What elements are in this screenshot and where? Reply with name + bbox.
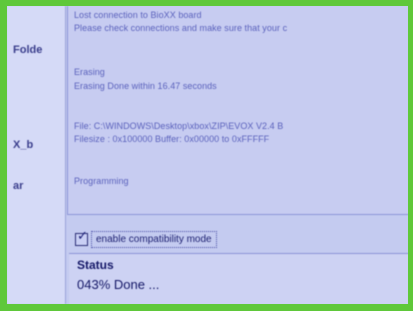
- compat-mode-label[interactable]: enable compatibility mode: [91, 231, 217, 248]
- log-line: Programming: [74, 176, 129, 186]
- compat-mode-checkbox[interactable]: ✓: [75, 229, 88, 246]
- compat-mode-option[interactable]: ✓ enable compatibility mode: [71, 229, 271, 249]
- status-progress-text: 043% Done ...: [77, 277, 160, 292]
- log-line: Erasing Done within 16.47 seconds: [74, 81, 217, 91]
- checkmark-icon: ✓: [77, 228, 88, 243]
- log-line: Filesize : 0x100000 Buffer: 0x00000 to 0…: [74, 134, 270, 144]
- log-output[interactable]: Lost connection to BioXX board Please ch…: [67, 6, 408, 215]
- sidebar-item-folder[interactable]: Folde: [13, 44, 42, 56]
- log-line: Erasing: [74, 67, 105, 77]
- sidebar-item-ar[interactable]: ar: [13, 180, 23, 192]
- log-line: File: C:\WINDOWS\Desktop\xbox\ZIP\EVOX V…: [74, 121, 284, 131]
- programmer-window: Folde X_b ar Lost connection to BioXX bo…: [7, 6, 408, 304]
- status-panel: Status 043% Done ...: [69, 253, 408, 304]
- log-line: Please check connections and make sure t…: [74, 23, 288, 33]
- sidebar-item-x-b[interactable]: X_b: [13, 139, 33, 151]
- sidebar: Folde X_b ar: [7, 6, 66, 304]
- status-title: Status: [77, 258, 114, 272]
- log-line: Lost connection to BioXX board: [74, 10, 202, 20]
